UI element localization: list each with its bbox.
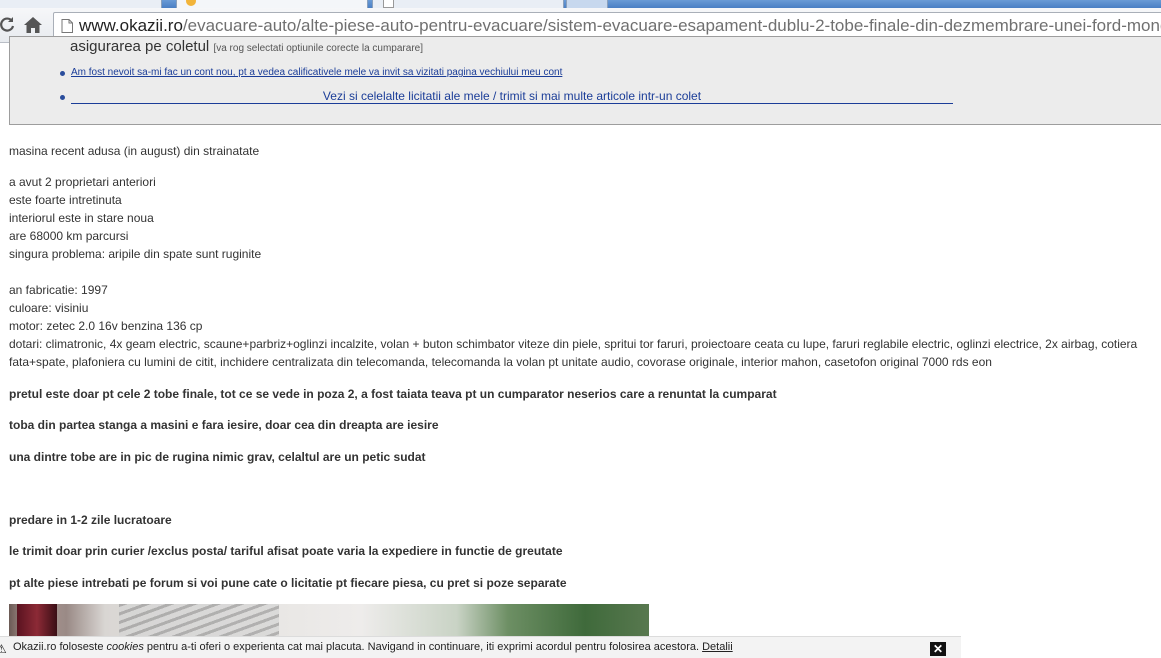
url-host: www.okazii.ro — [79, 16, 183, 35]
tab-strip — [0, 0, 1161, 8]
other-auctions-link[interactable]: Vezi si celelalte licitatii ale mele / t… — [71, 89, 953, 104]
shipping-line: le trimit doar prin curier /exclus posta… — [9, 544, 563, 558]
bullet-icon — [60, 71, 65, 76]
spec-year: an fabricatie: 1997 — [9, 283, 108, 297]
fact-line: are 68000 km parcursi — [9, 229, 129, 243]
old-account-link[interactable]: Am fost nevoit sa-mi fac un cont nou, pt… — [71, 67, 562, 78]
browser-tab[interactable] — [0, 0, 162, 8]
fact-line: este foarte intretinuta — [9, 193, 122, 207]
cookie-text-cookies: cookies — [106, 641, 144, 653]
cookie-text: Okazii.ro foloseste cookies pentru a-ti … — [13, 641, 733, 653]
shipping-insurance-line: asigurarea pe coletul [va rog selectati … — [70, 38, 423, 55]
insurance-note: [va rog selectati optiunile corecte la c… — [213, 43, 423, 54]
browser-tab[interactable] — [372, 0, 564, 8]
note-line: pretul este doar pt cele 2 tobe finale, … — [9, 387, 777, 401]
cookie-details-link[interactable]: Detalii — [702, 641, 733, 653]
cookie-text-start: Okazii.ro foloseste — [13, 641, 107, 653]
fact-line: a avut 2 proprietari anteriori — [9, 175, 156, 189]
url-path: /evacuare-auto/alte-piese-auto-pentru-ev… — [182, 16, 1161, 35]
note-line: toba din partea stanga a masini e fara i… — [9, 418, 439, 432]
shipping-line: predare in 1-2 zile lucratoare — [9, 513, 172, 527]
cookie-consent-bar: ⚠ Okazii.ro foloseste cookies pentru a-t… — [0, 636, 961, 658]
reload-icon[interactable] — [0, 13, 18, 37]
page-favicon-icon — [383, 0, 394, 8]
fact-line: interiorul este in stare noua — [9, 211, 154, 225]
new-tab-button[interactable] — [566, 0, 608, 8]
spec-equipment: dotari: climatronic, 4x geam electric, s… — [9, 337, 1138, 369]
page-icon — [61, 19, 73, 33]
spec-engine: motor: zetec 2.0 16v benzina 136 cp — [9, 319, 203, 333]
note-line: una dintre tobe are in pic de rugina nim… — [9, 450, 426, 464]
close-icon[interactable]: ✕ — [930, 642, 946, 656]
fact-line: singura problema: aripile din spate sunt… — [9, 247, 262, 261]
warning-icon: ⚠ — [0, 642, 7, 656]
home-icon[interactable] — [22, 13, 44, 37]
seller-info-box: asigurarea pe coletul [va rog selectati … — [9, 36, 1161, 125]
shipping-line: pt alte piese intrebati pe forum si voi … — [9, 576, 567, 590]
bullet-icon — [60, 95, 65, 100]
cookie-text-end: pentru a-ti oferi o experienta cat mai p… — [143, 641, 703, 653]
intro-text: masina recent adusa (in august) din stra… — [9, 144, 260, 158]
insurance-label: asigurarea pe coletul — [70, 38, 210, 55]
browser-tab-active[interactable] — [176, 0, 368, 8]
spec-color: culoare: visiniu — [9, 301, 89, 315]
